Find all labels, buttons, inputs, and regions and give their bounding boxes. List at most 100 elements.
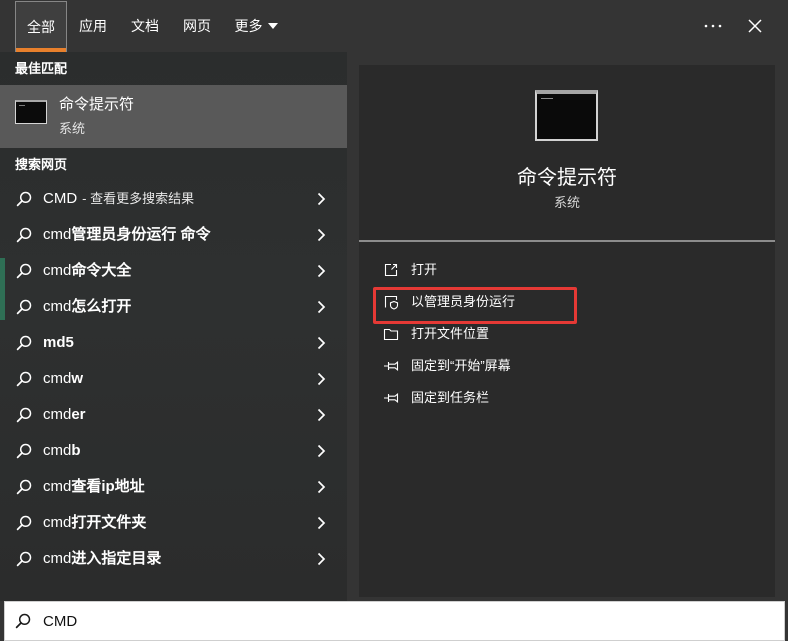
suggestion-completion: er [71,406,86,423]
tab-more[interactable]: 更多 [228,0,284,52]
search-icon [16,227,32,243]
search-icon [16,479,32,495]
chevron-right-icon[interactable] [316,300,326,314]
suggestion-completion: w [71,370,84,387]
web-suggestion-item[interactable]: cmd管理员身份运行 命令 [0,217,347,253]
web-suggestion-item[interactable]: cmd怎么打开 [0,289,347,325]
tab-label: 全部 [27,19,55,35]
action-label: 打开 [411,262,438,277]
web-suggestion-text: cmd进入指定目录 [43,541,161,577]
web-suggestion-item[interactable]: cmder [0,397,347,433]
query-text: cmd [43,406,72,423]
search-icon [16,263,32,279]
results-pane: 最佳匹配 命令提示符 系统 搜索网页 CMD - 查看更多搜索结果 cmd管理员身… [0,52,347,601]
command-prompt-icon [15,100,47,124]
query-text: cmd [43,370,72,387]
suggestion-completion: 命令大全 [71,262,132,279]
action-label: 固定到“开始”屏幕 [411,358,511,373]
chevron-right-icon[interactable] [316,336,326,350]
query-text: cmd [43,442,72,459]
more-results-note: - 查看更多搜索结果 [82,191,195,206]
search-icon [16,515,32,531]
search-icon [16,335,32,351]
chevron-right-icon[interactable] [316,408,326,422]
action-run-as-admin[interactable]: 以管理员身份运行 [373,286,761,318]
tab-label: 应用 [79,18,107,34]
chevron-right-icon[interactable] [316,228,326,242]
web-suggestion-item[interactable]: CMD - 查看更多搜索结果 [0,181,347,217]
action-pin-to-start[interactable]: 固定到“开始”屏幕 [373,350,761,382]
tab-all[interactable]: 全部 [15,1,67,52]
web-suggestion-text: cmdw [43,361,83,397]
tab-label: 文档 [131,18,159,34]
query-text: CMD [43,190,78,207]
web-suggestion-text: cmd怎么打开 [43,289,131,325]
close-icon [748,19,762,33]
action-open-file-location[interactable]: 打开文件位置 [373,318,761,350]
pin-icon [383,358,399,374]
chevron-right-icon[interactable] [316,480,326,494]
tab-documents[interactable]: 文档 [126,0,164,52]
divider [359,240,775,242]
search-icon [16,299,32,315]
suggestion-completion: 打开文件夹 [71,514,147,531]
chevron-right-icon[interactable] [316,264,326,278]
suggestion-completion: md5 [43,334,74,351]
web-suggestion-text: md5 [43,325,74,361]
tab-label: 网页 [183,18,211,34]
chevron-right-icon[interactable] [316,192,326,206]
web-suggestions-list: CMD - 查看更多搜索结果 cmd管理员身份运行 命令 cmd命令大全 cmd怎… [0,181,347,577]
search-box[interactable] [4,601,785,641]
chevron-right-icon[interactable] [316,552,326,566]
search-icon [16,551,32,567]
tab-web[interactable]: 网页 [178,0,216,52]
web-suggestion-text: cmd打开文件夹 [43,505,146,541]
suggestion-completion: 怎么打开 [71,298,132,315]
search-icon [16,407,32,423]
web-suggestion-item[interactable]: cmdb [0,433,347,469]
search-input[interactable] [43,602,743,640]
chevron-right-icon[interactable] [316,516,326,530]
tab-apps[interactable]: 应用 [74,0,112,52]
more-options-icon [704,24,722,28]
command-prompt-icon [535,90,598,141]
best-match-subtitle: 系统 [59,121,86,136]
web-suggestion-item[interactable]: md5 [0,325,347,361]
chevron-down-icon [267,23,278,29]
search-icon [15,613,31,629]
web-suggestion-item[interactable]: cmd命令大全 [0,253,347,289]
search-icon [16,371,32,387]
action-pin-to-taskbar[interactable]: 固定到任务栏 [373,382,761,414]
best-match-heading: 最佳匹配 [15,61,68,76]
query-text: cmd [43,226,72,243]
search-icon [16,443,32,459]
web-suggestion-item[interactable]: cmd查看ip地址 [0,469,347,505]
suggestion-completion: 查看ip地址 [71,478,145,495]
action-label: 以管理员身份运行 [411,294,516,309]
best-match-item[interactable]: 命令提示符 系统 [0,85,347,148]
web-suggestion-text: cmd查看ip地址 [43,469,145,505]
web-suggestion-text: cmdb [43,433,81,469]
chevron-right-icon[interactable] [316,372,326,386]
run-as-admin-shield-icon [383,294,399,310]
preview-pane: 命令提示符 系统 打开 以管理员身份运行 打开文件位置 固定到“开始”屏幕 固定… [359,65,775,597]
chevron-right-icon[interactable] [316,444,326,458]
tab-label: 更多 [234,18,263,34]
suggestion-completion: b [71,442,81,459]
preview-subtitle: 系统 [553,195,580,210]
close-button[interactable] [739,10,771,42]
action-label: 打开文件位置 [411,326,490,341]
query-text: cmd [43,298,72,315]
web-suggestion-item[interactable]: cmd进入指定目录 [0,541,347,577]
preview-title: 命令提示符 [517,167,617,189]
web-suggestion-item[interactable]: cmd打开文件夹 [0,505,347,541]
action-open[interactable]: 打开 [373,254,761,286]
search-scope-tabs: 全部 应用 文档 网页 更多 [0,0,788,52]
query-text: cmd [43,550,72,567]
web-suggestion-item[interactable]: cmdw [0,361,347,397]
best-match-title: 命令提示符 [59,96,135,113]
more-options-button[interactable] [697,10,729,42]
action-label: 固定到任务栏 [411,390,490,405]
query-text: cmd [43,262,72,279]
web-search-heading: 搜索网页 [15,157,68,172]
